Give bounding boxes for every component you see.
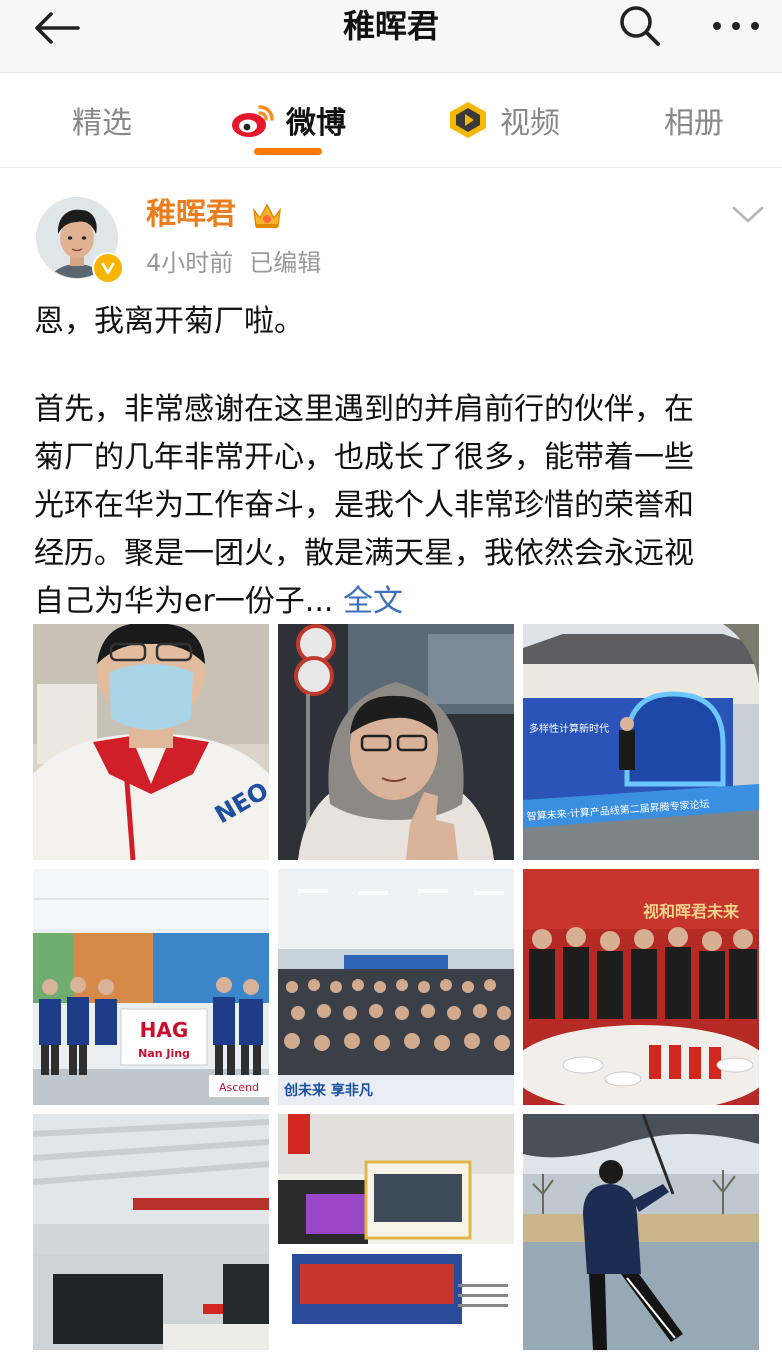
crown-badge-icon bbox=[252, 203, 282, 228]
post-line-last: 自己为华为er一份子... 全文 bbox=[34, 578, 754, 626]
post-time: 4小时前 bbox=[146, 249, 234, 277]
photo-calendar[interactable] bbox=[278, 1114, 514, 1350]
tab-video[interactable]: 视频 bbox=[446, 95, 560, 145]
more-dots-icon bbox=[713, 22, 759, 30]
post-line: 光环在华为工作奋斗，是我个人非常珍惜的荣誉和 bbox=[34, 488, 694, 523]
profile-tabs: 精选 微博 视频 相册 bbox=[0, 73, 782, 168]
full-text-link[interactable]: 全文 bbox=[343, 584, 403, 619]
tab-label: 精选 bbox=[72, 106, 132, 141]
search-button[interactable] bbox=[614, 0, 666, 52]
active-tab-indicator bbox=[254, 148, 322, 155]
tab-label: 相册 bbox=[664, 106, 724, 141]
post-line: 自己为华为er一份子... bbox=[34, 584, 334, 619]
photo-hag-banner: HAG bbox=[140, 1018, 189, 1042]
photo-lakeside[interactable] bbox=[523, 1114, 759, 1350]
tab-featured[interactable]: 精选 bbox=[72, 95, 132, 145]
tab-label: 视频 bbox=[500, 106, 560, 141]
post-first-line: 恩，我离开菊厂啦。 bbox=[34, 304, 304, 339]
photo-dinner-banner: 视和晖君未来 bbox=[643, 902, 740, 921]
photo-event-banner: 创未来 享非凡 bbox=[283, 1082, 373, 1099]
post-line: 菊厂的几年非常开心，也成长了很多，能带着一些 bbox=[34, 440, 694, 475]
photo-ascend-text: Ascend bbox=[219, 1081, 259, 1094]
photo-hag-group[interactable]: HAG Nan Jing Ascend bbox=[33, 869, 269, 1105]
post-body: 首先，非常感谢在这里遇到的并肩前行的伙伴，在 菊厂的几年非常开心，也成长了很多，… bbox=[34, 386, 754, 626]
photo-forum-stage[interactable]: 多样性计算新时代 智算未来·计算产品线第二届昇腾专家论坛 bbox=[523, 624, 759, 860]
search-icon bbox=[620, 6, 660, 46]
photo-dinner[interactable]: 视和晖君未来 bbox=[523, 869, 759, 1105]
photo-office[interactable] bbox=[33, 1114, 269, 1350]
video-play-icon bbox=[450, 102, 486, 138]
tab-label: 微博 bbox=[286, 106, 346, 141]
more-button[interactable] bbox=[706, 0, 766, 52]
post-line: 经历。聚是一团火，散是满天星，我依然会永远视 bbox=[34, 536, 694, 571]
post-menu-button[interactable] bbox=[730, 200, 766, 230]
tab-weibo[interactable]: 微博 bbox=[230, 95, 346, 145]
chevron-down-icon bbox=[732, 206, 764, 223]
author-name[interactable]: 稚晖君 bbox=[146, 194, 236, 236]
top-bar: 稚晖君 bbox=[0, 0, 782, 73]
photo-audience[interactable]: 创未来 享非凡 bbox=[278, 869, 514, 1105]
verified-badge-icon bbox=[92, 252, 124, 284]
post-meta: 4小时前 已编辑 bbox=[146, 246, 321, 280]
photo-forum-sub: 多样性计算新时代 bbox=[529, 722, 609, 735]
photo-night-hoodie[interactable] bbox=[278, 624, 514, 860]
tab-album[interactable]: 相册 bbox=[664, 95, 724, 145]
photo-selfie-mask[interactable]: NEO bbox=[33, 624, 269, 860]
post-line: 首先，非常感谢在这里遇到的并肩前行的伙伴，在 bbox=[34, 392, 694, 427]
weibo-logo-icon bbox=[232, 105, 274, 137]
photo-hag-sub: Nan Jing bbox=[138, 1047, 190, 1060]
edited-label: 已编辑 bbox=[249, 249, 322, 277]
